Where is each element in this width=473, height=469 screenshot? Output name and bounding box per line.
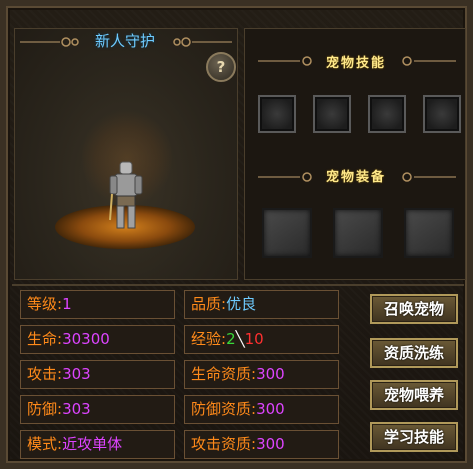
exp-max: 10 <box>244 330 264 348</box>
stat-label: 等级: <box>27 295 63 313</box>
stat-label: 防御资质: <box>191 400 257 418</box>
level-stat: 等级:1 <box>20 290 175 319</box>
attack-stat: 攻击:303 <box>20 360 175 389</box>
right-ornament-icon <box>173 37 232 47</box>
help-button[interactable]: ? <box>206 52 236 82</box>
divider-icon <box>402 56 456 66</box>
equipment-title: 宠物装备 <box>325 170 386 185</box>
hp-stat: 生命:30300 <box>20 325 175 354</box>
defense-aptitude-stat: 防御资质:300 <box>184 395 339 424</box>
exp-current: 2 <box>226 330 236 348</box>
learn-skill-button[interactable]: 学习技能 <box>370 422 458 452</box>
skill-slot[interactable] <box>423 95 461 133</box>
mode-stat: 模式:近攻单体 <box>20 430 175 459</box>
divider-icon <box>402 172 456 182</box>
stat-label: 防御: <box>27 400 63 418</box>
section-divider <box>12 284 464 286</box>
stat-value: 1 <box>62 295 72 313</box>
equipment-slot[interactable] <box>333 208 383 258</box>
left-ornament-icon <box>20 37 79 47</box>
stat-label: 生命资质: <box>191 365 257 383</box>
stat-value: 近攻单体 <box>62 435 123 453</box>
feed-pet-button[interactable]: 宠物喂养 <box>370 380 458 410</box>
stat-label: 模式: <box>27 435 63 453</box>
attack-aptitude-stat: 攻击资质:300 <box>184 430 339 459</box>
hp-aptitude-stat: 生命资质:300 <box>184 360 339 389</box>
stat-label: 攻击: <box>27 365 63 383</box>
stat-value: 300 <box>256 365 285 383</box>
skill-slot[interactable] <box>368 95 406 133</box>
defense-stat: 防御:303 <box>20 395 175 424</box>
skill-slot[interactable] <box>258 95 296 133</box>
stat-value: 300 <box>256 400 285 418</box>
skill-slot[interactable] <box>313 95 351 133</box>
reset-aptitude-button[interactable]: 资质洗练 <box>370 338 458 368</box>
exp-stat: 经验:2╲10 <box>184 325 339 354</box>
equipment-slot[interactable] <box>262 208 312 258</box>
stat-value: 优良 <box>226 295 257 313</box>
exp-separator: ╲ <box>235 330 245 348</box>
stat-label: 经验: <box>191 330 227 348</box>
stat-value: 303 <box>62 365 91 383</box>
stat-label: 攻击资质: <box>191 435 257 453</box>
stat-value: 303 <box>62 400 91 418</box>
pet-name: 新人守护 <box>94 32 155 50</box>
stat-label: 品质: <box>191 295 227 313</box>
skills-title: 宠物技能 <box>325 56 386 71</box>
quality-stat: 品质:优良 <box>184 290 339 319</box>
stat-label: 生命: <box>27 330 63 348</box>
summon-pet-button[interactable]: 召唤宠物 <box>370 294 458 324</box>
equipment-slot[interactable] <box>404 208 454 258</box>
stat-value: 300 <box>256 435 285 453</box>
stat-value: 30300 <box>62 330 110 348</box>
pet-knight-model <box>109 161 143 229</box>
